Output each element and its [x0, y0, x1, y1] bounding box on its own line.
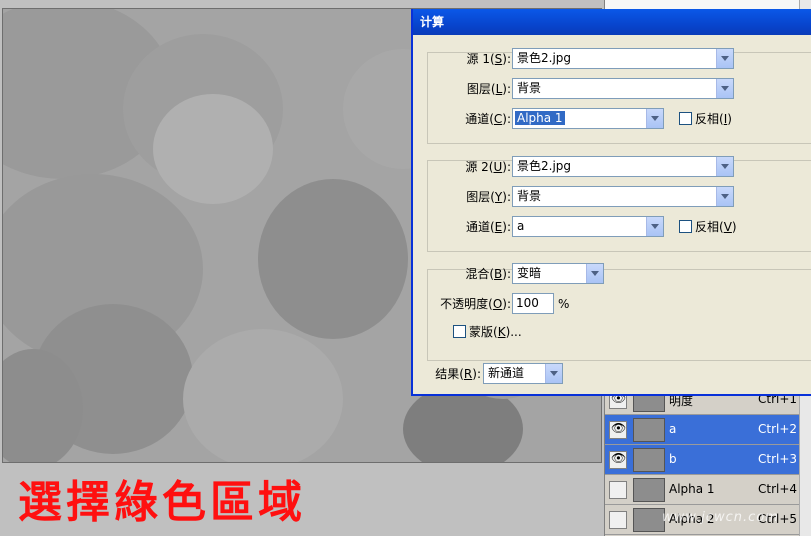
opacity-input[interactable]: 100 [512, 293, 554, 314]
channel-thumbnail [633, 448, 665, 472]
source1-invert-label: 反相(I) [695, 112, 732, 126]
chevron-down-icon[interactable] [646, 109, 663, 128]
channel-name: a [669, 422, 677, 436]
channel-row-b[interactable]: b Ctrl+3 [605, 445, 800, 475]
blend-mode-select[interactable]: 变暗 [512, 263, 604, 284]
source1-channel-select[interactable]: Alpha 1 [512, 108, 664, 129]
mask-checkbox[interactable] [453, 325, 466, 338]
blend-label: 混合(B): [465, 267, 511, 281]
source2-channel-label: 通道(E): [465, 220, 511, 234]
channel-row-a[interactable]: a Ctrl+2 [605, 415, 800, 445]
source2-select[interactable]: 景色2.jpg [512, 156, 734, 177]
channel-shortcut: Ctrl+4 [758, 482, 798, 496]
select-value: 背景 [517, 81, 542, 95]
chevron-down-icon[interactable] [586, 264, 603, 283]
opacity-label: 不透明度(O): [440, 297, 511, 311]
source2-invert-checkbox[interactable] [679, 220, 692, 233]
chevron-down-icon[interactable] [716, 49, 733, 68]
chevron-down-icon[interactable] [716, 157, 733, 176]
source2-label: 源 2(U): [465, 160, 511, 174]
select-value: Alpha 1 [515, 111, 565, 125]
opacity-unit: % [558, 297, 570, 311]
select-value: 背景 [517, 189, 542, 203]
caption-text: 選擇綠色區域 [18, 477, 306, 528]
watermark: www.jcwcn.com [662, 510, 779, 525]
dialog-title[interactable]: 计算 [413, 9, 811, 35]
chevron-down-icon[interactable] [716, 79, 733, 98]
select-value: 变暗 [517, 266, 542, 280]
select-value: 景色2.jpg [517, 159, 572, 173]
eye-icon[interactable] [609, 481, 627, 499]
select-value: 景色2.jpg [517, 51, 572, 65]
channel-thumbnail [633, 508, 665, 532]
mask-label[interactable]: 蒙版(K)... [469, 321, 522, 343]
channel-name: b [669, 452, 677, 466]
eye-icon[interactable] [609, 451, 627, 469]
source1-channel-label: 通道(C): [465, 112, 511, 126]
eye-icon[interactable] [609, 511, 627, 529]
channel-shortcut: Ctrl+2 [758, 422, 798, 436]
source1-select[interactable]: 景色2.jpg [512, 48, 734, 69]
source2-layer-label: 图层(Y): [466, 190, 511, 204]
channel-row-alpha1[interactable]: Alpha 1 Ctrl+4 [605, 475, 800, 505]
result-label: 结果(R): [435, 367, 481, 381]
channel-thumbnail [633, 418, 665, 442]
select-value: a [517, 219, 525, 233]
calculations-dialog: 计算 源 1(S): 景色2.jpg 图层(L): 背景 通道(C): Alph… [411, 9, 811, 396]
select-value: 新通道 [488, 366, 525, 380]
channel-name: Alpha 1 [669, 482, 715, 496]
channel-shortcut: Ctrl+3 [758, 452, 798, 466]
source2-invert-label: 反相(V) [695, 220, 737, 234]
source1-layer-label: 图层(L): [466, 82, 511, 96]
source2-channel-select[interactable]: a [512, 216, 664, 237]
source1-label: 源 1(S): [466, 52, 512, 66]
eye-icon[interactable] [609, 421, 627, 439]
chevron-down-icon[interactable] [716, 187, 733, 206]
source1-layer-select[interactable]: 背景 [512, 78, 734, 99]
source1-invert-checkbox[interactable] [679, 112, 692, 125]
channel-thumbnail [633, 478, 665, 502]
source2-layer-select[interactable]: 背景 [512, 186, 734, 207]
chevron-down-icon[interactable] [545, 364, 562, 383]
result-select[interactable]: 新通道 [483, 363, 563, 384]
chevron-down-icon[interactable] [646, 217, 663, 236]
